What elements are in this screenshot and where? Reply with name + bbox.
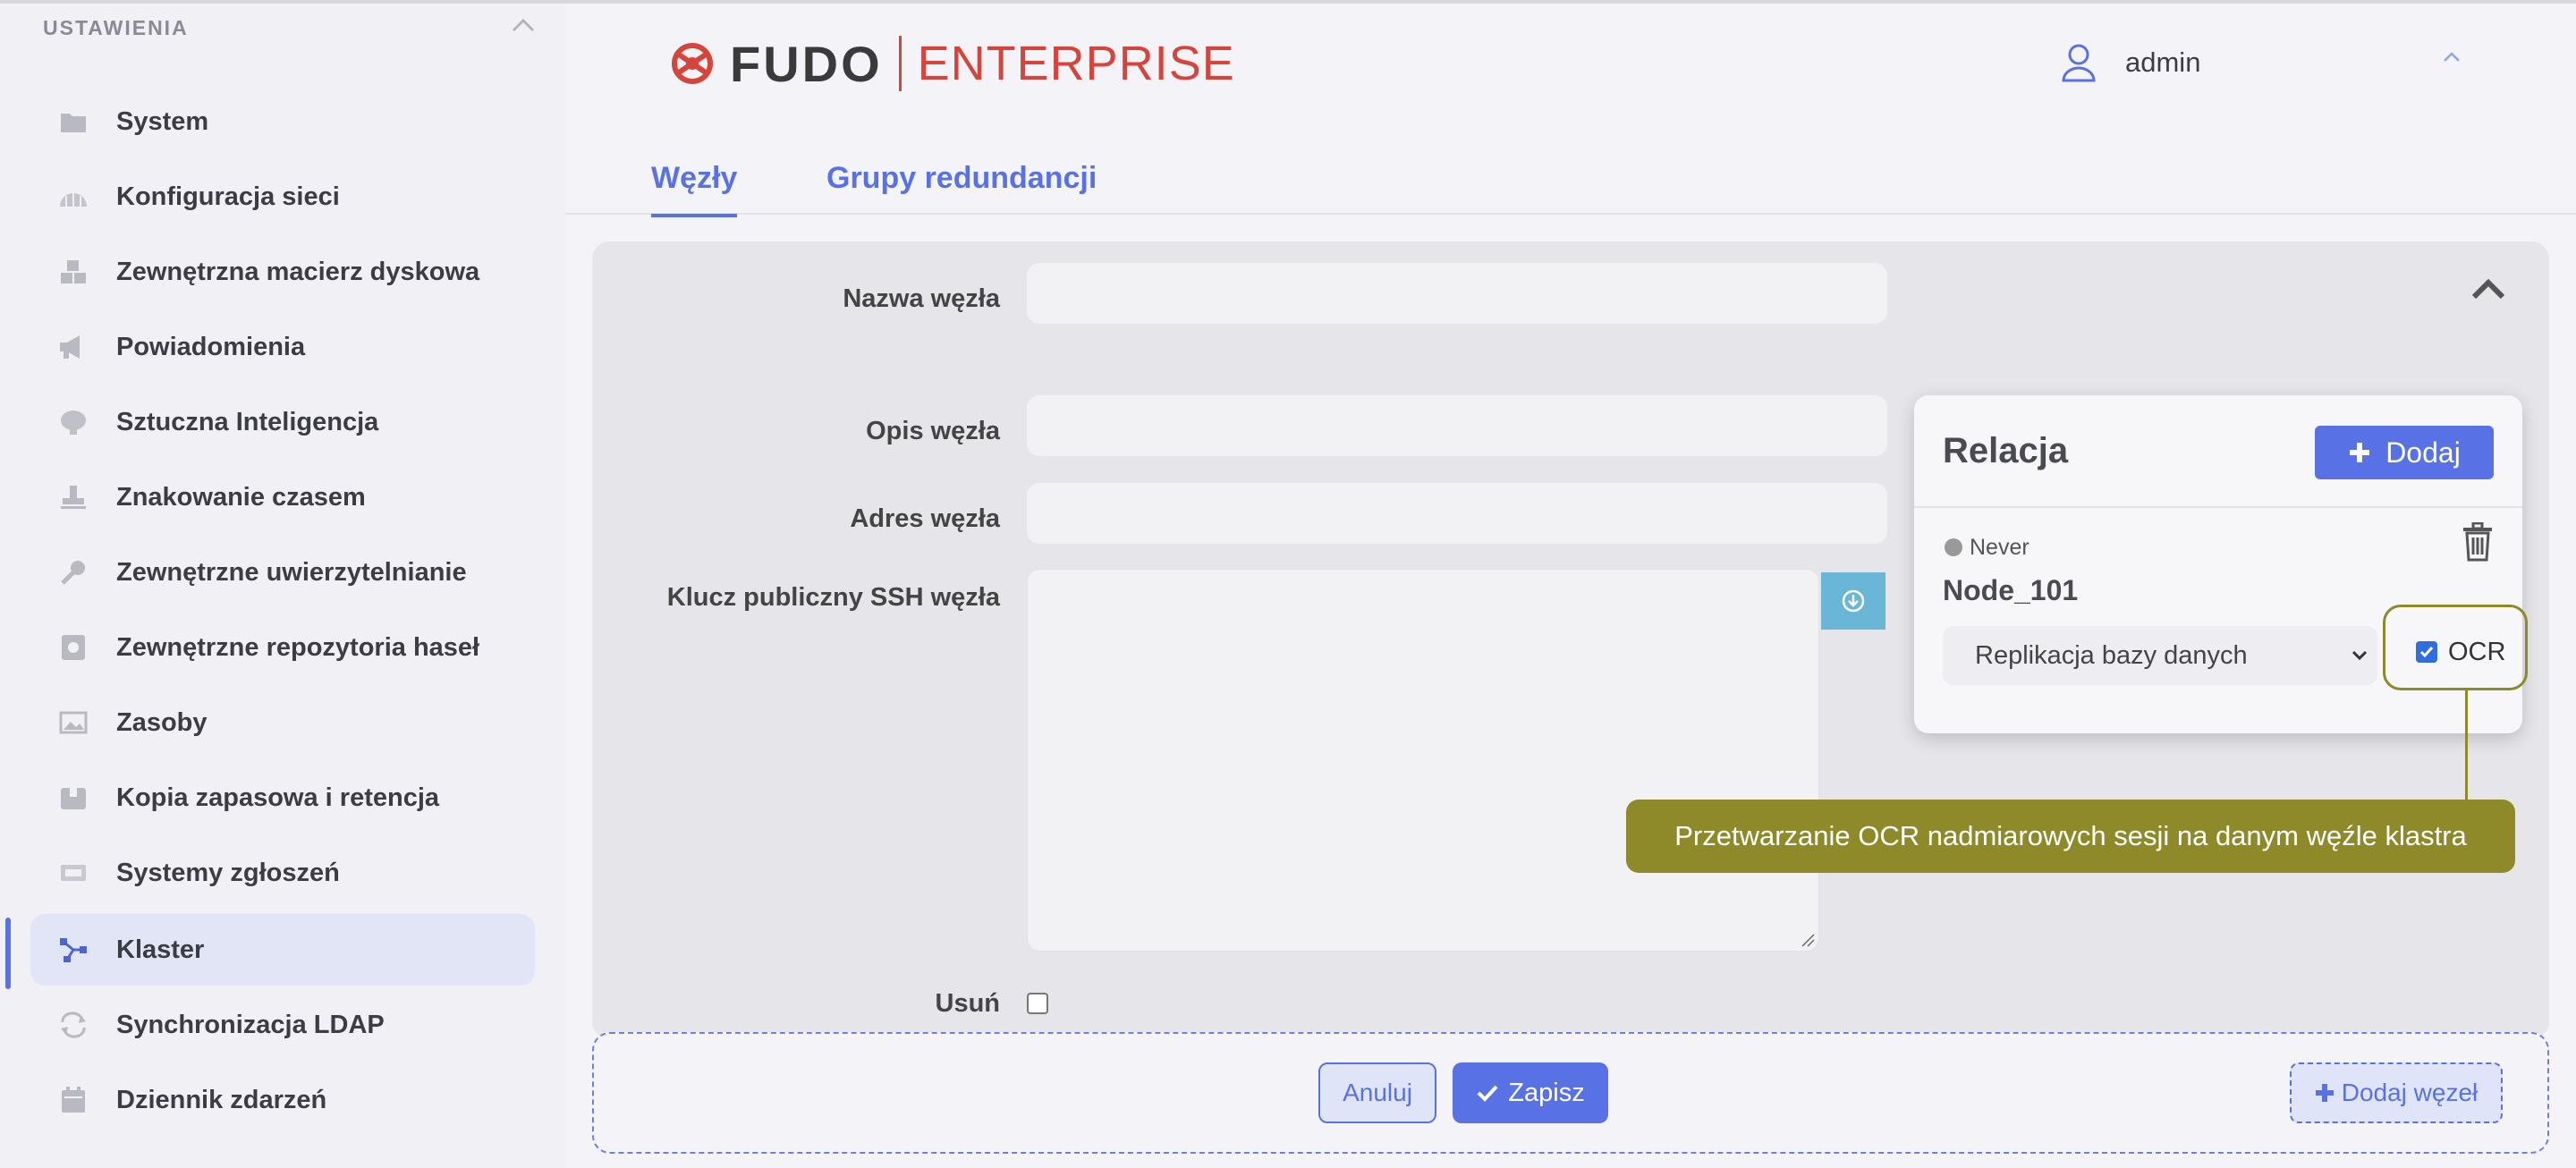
- ocr-highlight: OCR: [2383, 605, 2528, 690]
- archive-icon: [57, 782, 89, 814]
- sidebar-item-label: Kopia zapasowa i retencja: [116, 783, 440, 812]
- sidebar-item-ldap-sync[interactable]: Synchronizacja LDAP: [30, 989, 535, 1061]
- active-indicator: [5, 918, 11, 989]
- plus-icon: [2350, 443, 2370, 462]
- relation-type-select[interactable]: Replikacja bazy danych: [1943, 626, 2377, 685]
- calendar-icon: [57, 1084, 89, 1116]
- sidebar-item-resources[interactable]: Zasoby: [30, 687, 535, 758]
- add-relation-label: Dodaj: [2385, 436, 2461, 469]
- sidebar-item-backup[interactable]: Kopia zapasowa i retencja: [30, 762, 535, 834]
- node-description-label: Opis węzła: [866, 417, 1000, 445]
- sidebar-item-password-vaults[interactable]: Zewnętrzne repozytoria haseł: [30, 612, 535, 683]
- cancel-button[interactable]: Anuluj: [1318, 1062, 1436, 1123]
- chevron-up-icon[interactable]: [510, 14, 537, 36]
- cluster-icon: [57, 934, 89, 966]
- user-icon[interactable]: [2061, 43, 2097, 82]
- user-name[interactable]: admin: [2125, 47, 2200, 79]
- sidebar-item-cluster[interactable]: Klaster: [30, 914, 535, 986]
- sidebar-item-label: Sztuczna Inteligencja: [116, 407, 379, 436]
- trash-icon[interactable]: [2460, 522, 2496, 562]
- relation-type-value: Replikacja bazy danych: [1975, 640, 2248, 670]
- tabs-bar: Węzły Grupy redundancji: [565, 134, 2576, 217]
- ticket-icon: [57, 857, 89, 889]
- sidebar-item-timestamping[interactable]: Znakowanie czasem: [30, 461, 535, 533]
- check-icon: [2419, 647, 2434, 658]
- node-description-input[interactable]: [1027, 395, 1887, 456]
- ocr-callout: Przetwarzanie OCR nadmiarowych sesji na …: [1626, 800, 2515, 873]
- sidebar-item-disk-array[interactable]: Zewnętrzna macierz dyskowa: [30, 236, 535, 308]
- chevron-up-icon[interactable]: [2469, 272, 2508, 304]
- image-icon: [57, 707, 89, 739]
- relation-title: Relacja: [1943, 431, 2069, 470]
- chevron-down-icon: [2351, 650, 2368, 661]
- sidebar-item-label: Dziennik zdarzeń: [116, 1085, 327, 1114]
- logo-brand: FUDO: [730, 35, 883, 92]
- tab-redundancy-groups[interactable]: Grupy redundancji: [826, 161, 1097, 196]
- vault-icon: [57, 631, 89, 664]
- relation-node-name: Node_101: [1943, 574, 2079, 606]
- chevron-up-icon[interactable]: [2442, 50, 2462, 64]
- sidebar-item-label: Zewnętrzne repozytoria haseł: [116, 632, 480, 662]
- sync-icon: [57, 1009, 89, 1041]
- save-label: Zapisz: [1508, 1078, 1585, 1107]
- disk-array-icon: [57, 256, 89, 288]
- node-address-label: Adres węzła: [850, 504, 1000, 533]
- ssh-key-textarea[interactable]: [1027, 569, 1819, 952]
- sidebar-item-system[interactable]: System: [30, 86, 535, 157]
- sidebar-item-ticketing[interactable]: Systemy zgłoszeń: [30, 837, 535, 909]
- download-circle-icon: [1842, 589, 1865, 613]
- folder-icon: [57, 106, 89, 138]
- key-icon: [57, 556, 89, 588]
- sidebar-item-label: Systemy zgłoszeń: [116, 858, 340, 887]
- plus-icon: [2315, 1084, 2334, 1102]
- status-dot-icon: [1945, 538, 1962, 556]
- tab-nodes[interactable]: Węzły: [651, 161, 738, 217]
- sidebar-item-notifications[interactable]: Powiadomienia: [30, 311, 535, 383]
- sidebar-item-network[interactable]: Konfiguracja sieci: [30, 161, 535, 233]
- sidebar-item-label: Znakowanie czasem: [116, 482, 366, 512]
- ssh-key-label: Klucz publiczny SSH węzła: [666, 583, 1000, 612]
- resize-handle-icon[interactable]: [1801, 933, 1815, 947]
- ocr-label: OCR: [2448, 638, 2506, 666]
- sidebar-item-label: Powiadomienia: [116, 332, 306, 361]
- sidebar: USTAWIENIA System Konfiguracja sieci Zew…: [0, 4, 565, 1168]
- check-icon: [1477, 1085, 1498, 1102]
- ssh-key-download-button[interactable]: [1821, 572, 1885, 630]
- network-icon: [57, 181, 89, 213]
- sidebar-item-label: Zewnętrzne uwierzytelnianie: [116, 557, 467, 587]
- stamp-icon: [57, 481, 89, 513]
- delete-label: Usuń: [935, 989, 1001, 1018]
- sidebar-item-external-auth[interactable]: Zewnętrzne uwierzytelnianie: [30, 537, 535, 608]
- megaphone-icon: [57, 331, 89, 363]
- fudo-logo-mark-icon: [672, 43, 713, 84]
- logo-separator: [898, 36, 902, 91]
- add-node-label: Dodaj węzeł: [2341, 1079, 2479, 1106]
- callout-connector: [2465, 690, 2468, 801]
- add-relation-button[interactable]: Dodaj: [2315, 426, 2494, 479]
- delete-checkbox[interactable]: [1027, 993, 1048, 1014]
- sidebar-item-label: Klaster: [116, 935, 205, 964]
- add-node-button[interactable]: Dodaj węzeł: [2290, 1062, 2503, 1123]
- sidebar-item-label: Konfiguracja sieci: [116, 182, 340, 211]
- sidebar-item-event-log[interactable]: Dziennik zdarzeń: [30, 1064, 535, 1136]
- brain-icon: [57, 406, 89, 438]
- node-name-label: Nazwa węzła: [843, 284, 1000, 313]
- node-address-input[interactable]: [1027, 483, 1887, 544]
- relation-card: Relacja Dodaj Never Node_101 Replikacja …: [1914, 395, 2528, 733]
- ocr-checkbox[interactable]: [2416, 641, 2437, 663]
- node-name-input[interactable]: [1027, 263, 1887, 324]
- divider: [1914, 506, 2522, 508]
- fudo-logo: FUDO ENTERPRISE: [665, 32, 1235, 95]
- relation-status: Never: [1970, 535, 2029, 560]
- sidebar-item-label: System: [116, 106, 209, 136]
- sidebar-item-label: Zewnętrzna macierz dyskowa: [116, 257, 480, 286]
- sidebar-header: USTAWIENIA: [43, 16, 189, 39]
- logo-edition: ENTERPRISE: [917, 37, 1235, 90]
- sidebar-item-label: Zasoby: [116, 707, 208, 737]
- save-button[interactable]: Zapisz: [1453, 1062, 1608, 1123]
- sidebar-item-ai[interactable]: Sztuczna Inteligencja: [30, 386, 535, 458]
- sidebar-item-label: Synchronizacja LDAP: [116, 1010, 385, 1039]
